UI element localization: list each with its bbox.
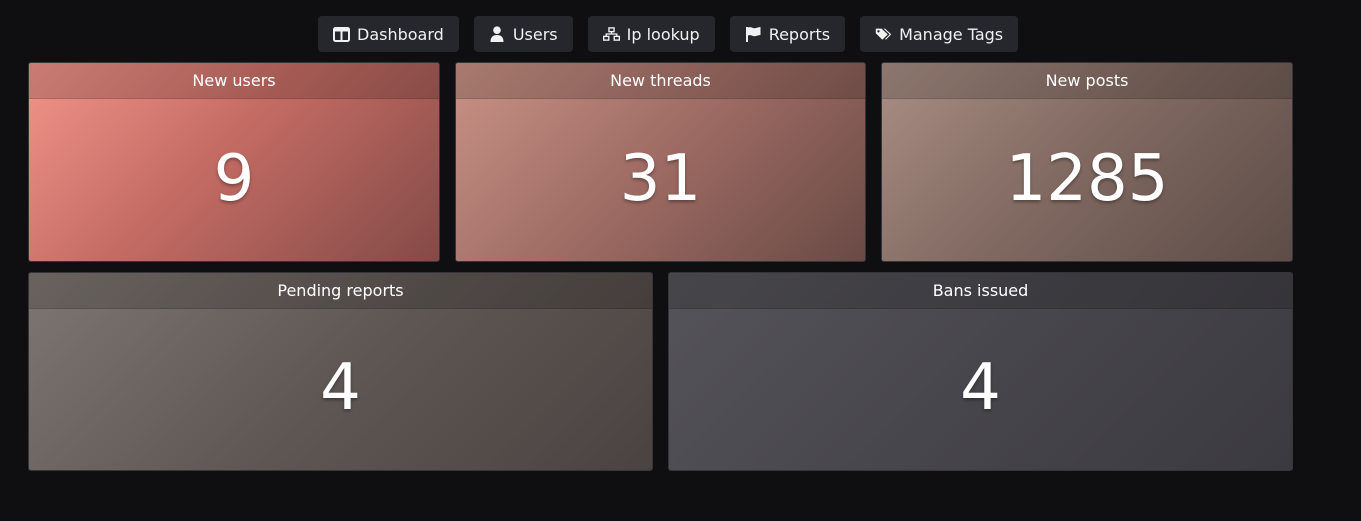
nav-dashboard-label: Dashboard (357, 24, 444, 44)
nav-ip-lookup-label: Ip lookup (626, 24, 700, 44)
admin-dashboard: Dashboard Users Ip lookup Reports Manage… (0, 0, 1361, 521)
nav-dashboard-button[interactable]: Dashboard (318, 16, 459, 52)
nav-reports-button[interactable]: Reports (729, 16, 846, 52)
new-threads-card: New threads 31 (455, 62, 866, 262)
new-posts-card: New posts 1285 (881, 62, 1293, 262)
new-threads-value: 31 (619, 141, 702, 216)
bans-issued-value: 4 (960, 351, 1001, 425)
new-users-card: New users 9 (28, 62, 440, 262)
user-icon (489, 26, 506, 43)
bans-issued-card: Bans issued 4 (668, 272, 1293, 471)
nav-users-label: Users (512, 24, 558, 44)
tags-icon (875, 26, 892, 43)
new-posts-value: 1285 (1005, 141, 1169, 216)
new-users-title: New users (29, 63, 439, 99)
pending-reports-title: Pending reports (29, 273, 652, 309)
bans-issued-title: Bans issued (669, 273, 1292, 309)
flag-icon (745, 26, 762, 43)
nav-reports-label: Reports (768, 24, 831, 44)
new-threads-title: New threads (456, 63, 865, 99)
nav-users-button[interactable]: Users (473, 16, 573, 52)
new-users-value: 9 (213, 141, 255, 216)
network-icon (602, 26, 620, 43)
top-nav: Dashboard Users Ip lookup Reports Manage… (318, 16, 1019, 52)
dashboard-icon (333, 26, 350, 43)
nav-manage-tags-label: Manage Tags (899, 24, 1004, 44)
nav-manage-tags-button[interactable]: Manage Tags (860, 16, 1019, 52)
pending-reports-value: 4 (320, 351, 361, 425)
pending-reports-card: Pending reports 4 (28, 272, 653, 471)
new-posts-title: New posts (882, 63, 1292, 99)
nav-ip-lookup-button[interactable]: Ip lookup (587, 16, 715, 52)
